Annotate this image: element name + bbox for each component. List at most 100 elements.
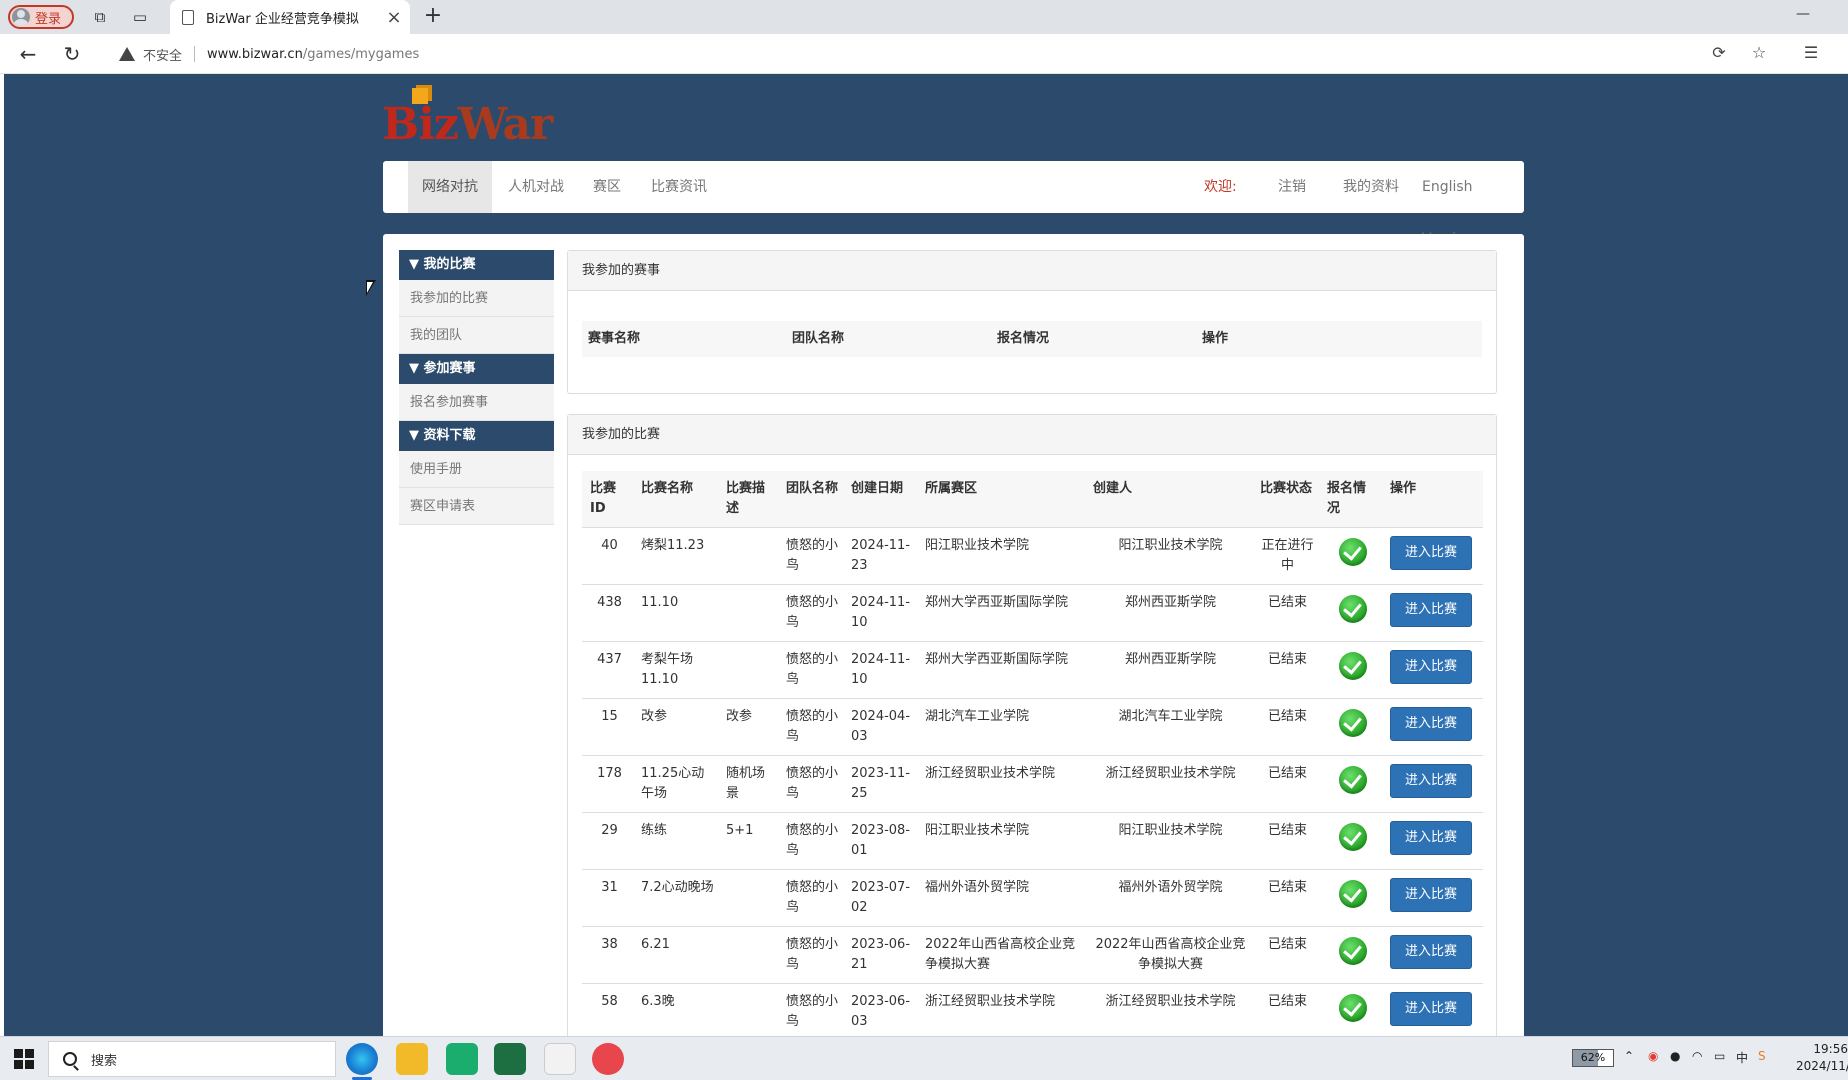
enter-game-button[interactable]: 进入比赛 bbox=[1390, 536, 1472, 570]
tray-app-icon[interactable]: ◉ bbox=[1648, 1049, 1658, 1063]
creator-name: 郑州西亚斯学院 bbox=[1085, 641, 1252, 699]
game-status: 已结束 bbox=[1252, 812, 1319, 870]
security-label[interactable]: 不安全 bbox=[143, 45, 182, 64]
sogou-ime-icon[interactable]: S bbox=[1758, 1049, 1766, 1063]
enter-game-button[interactable]: 进入比赛 bbox=[1390, 650, 1472, 684]
created-date: 2023-07-02 bbox=[843, 869, 917, 927]
game-id: 38 bbox=[582, 926, 633, 984]
url-path: /games/mygames bbox=[302, 46, 420, 62]
column-header: 比赛ID bbox=[582, 471, 633, 528]
qq-icon[interactable] bbox=[544, 1043, 576, 1075]
enter-game-button[interactable]: 进入比赛 bbox=[1390, 992, 1472, 1026]
enter-game-button[interactable]: 进入比赛 bbox=[1390, 821, 1472, 855]
column-header: 创建日期 bbox=[843, 471, 917, 528]
nav-online-battle[interactable]: 网络对抗 bbox=[408, 161, 492, 213]
minimize-window-icon[interactable]: — bbox=[1796, 6, 1810, 22]
game-desc: 5+1 bbox=[718, 812, 778, 870]
game-id: 15 bbox=[582, 698, 633, 756]
browser-tab-active[interactable]: BizWar 企业经营竞争模拟 × bbox=[170, 0, 410, 34]
game-status: 已结束 bbox=[1252, 869, 1319, 927]
enter-game-button[interactable]: 进入比赛 bbox=[1390, 878, 1472, 912]
table-row: 178 11.25心动午场 随机场景 愤怒的小鸟 2023-11-25 浙江经贸职业技术学… bbox=[582, 755, 1483, 813]
action-cell: 进入比赛 bbox=[1382, 584, 1483, 642]
team-name: 愤怒的小鸟 bbox=[778, 869, 843, 927]
column-header: 所属赛区 bbox=[917, 471, 1085, 528]
favorites-list-icon[interactable]: ☰ bbox=[1800, 42, 1822, 64]
sidebar-section-downloads[interactable]: ▼ 资料下载 bbox=[399, 421, 554, 451]
column-header: 操作 bbox=[1202, 331, 1229, 346]
favorite-star-icon[interactable]: ☆ bbox=[1748, 42, 1770, 64]
registration-status bbox=[1319, 527, 1382, 585]
page-viewport: BizWar 网络对抗 人机对战 赛区 比赛资讯 欢迎: 注销 我的资料 Eng… bbox=[4, 74, 1848, 1036]
games-card: 我参加的比赛 比赛ID 比赛名称 比赛描述 团队名称 创建日期 所属赛区 创建人 bbox=[567, 414, 1497, 1036]
zone-name: 2022年山西省高校企业竞争模拟大赛 bbox=[917, 926, 1085, 984]
microphone-icon[interactable]: ● bbox=[1670, 1049, 1680, 1063]
table-row: 15 改参 改参 愤怒的小鸟 2024-04-03 湖北汽车工业学院 湖北汽车工业学院 已结束… bbox=[582, 698, 1483, 756]
game-desc bbox=[718, 926, 778, 984]
sidebar-item-manual[interactable]: 使用手册 bbox=[399, 451, 554, 488]
sidebar-section-join-events[interactable]: ▼ 参加赛事 bbox=[399, 354, 554, 384]
check-icon bbox=[1338, 994, 1367, 1022]
netease-music-icon[interactable] bbox=[592, 1043, 624, 1075]
excel-icon[interactable] bbox=[494, 1043, 526, 1075]
sidebar-item-my-games[interactable]: 我参加的比赛 bbox=[399, 280, 554, 317]
back-icon[interactable]: ← bbox=[16, 42, 40, 66]
sidebar-section-my-games[interactable]: ▼ 我的比赛 bbox=[399, 250, 554, 280]
enter-game-button[interactable]: 进入比赛 bbox=[1390, 593, 1472, 627]
enter-game-button[interactable]: 进入比赛 bbox=[1390, 764, 1472, 798]
nav-news[interactable]: 比赛资讯 bbox=[637, 161, 721, 213]
events-card: 我参加的赛事 赛事名称 团队名称 报名情况 操作 bbox=[567, 250, 1497, 394]
sidebar-item-my-team[interactable]: 我的团队 bbox=[399, 317, 554, 354]
nav-human-vs-ai[interactable]: 人机对战 bbox=[494, 161, 578, 213]
url-text[interactable]: www.bizwar.cn/games/mygames bbox=[207, 47, 419, 62]
windows-start-icon[interactable] bbox=[14, 1049, 34, 1069]
close-tab-icon[interactable]: × bbox=[384, 7, 404, 28]
wifi-icon[interactable]: ◠ bbox=[1692, 1049, 1702, 1063]
action-cell: 进入比赛 bbox=[1382, 926, 1483, 984]
action-cell: 进入比赛 bbox=[1382, 641, 1483, 699]
registration-status bbox=[1319, 983, 1382, 1036]
game-desc: 改参 bbox=[718, 698, 778, 756]
registration-status bbox=[1319, 869, 1382, 927]
workspaces-icon[interactable]: ⧉ bbox=[90, 7, 110, 27]
english-version-link[interactable]: English Version bbox=[1408, 161, 1524, 247]
sidebar: ▼ 我的比赛 我参加的比赛 我的团队 ▼ 参加赛事 报名参加赛事 ▼ 资料下载 … bbox=[399, 250, 554, 525]
profile-button[interactable]: 登录 bbox=[8, 5, 74, 29]
creator-name: 2022年山西省高校企业竞争模拟大赛 bbox=[1085, 926, 1252, 984]
file-explorer-icon[interactable] bbox=[396, 1043, 428, 1075]
system-clock[interactable]: 19:56 2024/11/ bbox=[1796, 1041, 1848, 1075]
nav-zones[interactable]: 赛区 bbox=[579, 161, 635, 213]
game-name: 6.21 bbox=[633, 926, 718, 984]
enter-game-button[interactable]: 进入比赛 bbox=[1390, 707, 1472, 741]
logout-link[interactable]: 注销 bbox=[1264, 161, 1320, 213]
taskbar-search[interactable]: 搜索 bbox=[48, 1041, 336, 1077]
check-icon bbox=[1338, 652, 1367, 680]
column-header: 团队名称 bbox=[792, 331, 845, 346]
game-name: 烤梨11.23 bbox=[633, 527, 718, 585]
game-status: 已结束 bbox=[1252, 926, 1319, 984]
wechat-work-icon[interactable] bbox=[446, 1043, 478, 1075]
clock-time: 19:56 bbox=[1813, 1042, 1848, 1056]
team-name: 愤怒的小鸟 bbox=[778, 812, 843, 870]
vertical-tabs-icon[interactable]: ▭ bbox=[130, 7, 150, 27]
url-field[interactable]: 不安全 www.bizwar.cn/games/mygames bbox=[102, 39, 1782, 69]
address-bar: ← ↻ 不安全 www.bizwar.cn/games/mygames ⟳ ☆ … bbox=[0, 34, 1848, 74]
column-header: 创建人 bbox=[1085, 471, 1252, 528]
sidebar-item-register-event[interactable]: 报名参加赛事 bbox=[399, 384, 554, 421]
translate-icon[interactable]: ⟳ bbox=[1708, 42, 1730, 64]
new-tab-icon[interactable]: + bbox=[420, 4, 446, 30]
battery-indicator[interactable]: 62% bbox=[1572, 1049, 1614, 1067]
enter-game-button[interactable]: 进入比赛 bbox=[1390, 935, 1472, 969]
bizwar-logo[interactable]: BizWar bbox=[382, 88, 553, 152]
refresh-icon[interactable]: ↻ bbox=[60, 42, 84, 66]
sidebar-item-zone-application[interactable]: 赛区申请表 bbox=[399, 488, 554, 525]
game-desc bbox=[718, 527, 778, 585]
battery-icon[interactable]: ▭ bbox=[1714, 1049, 1725, 1063]
check-icon bbox=[1338, 538, 1367, 566]
registration-status bbox=[1319, 812, 1382, 870]
my-profile-link[interactable]: 我的资料 bbox=[1329, 161, 1413, 213]
edge-browser-icon[interactable] bbox=[346, 1043, 378, 1080]
input-method-icon[interactable]: 中 bbox=[1736, 1049, 1748, 1066]
registration-status bbox=[1319, 755, 1382, 813]
tray-chevron-icon[interactable]: ⌃ bbox=[1624, 1049, 1634, 1063]
